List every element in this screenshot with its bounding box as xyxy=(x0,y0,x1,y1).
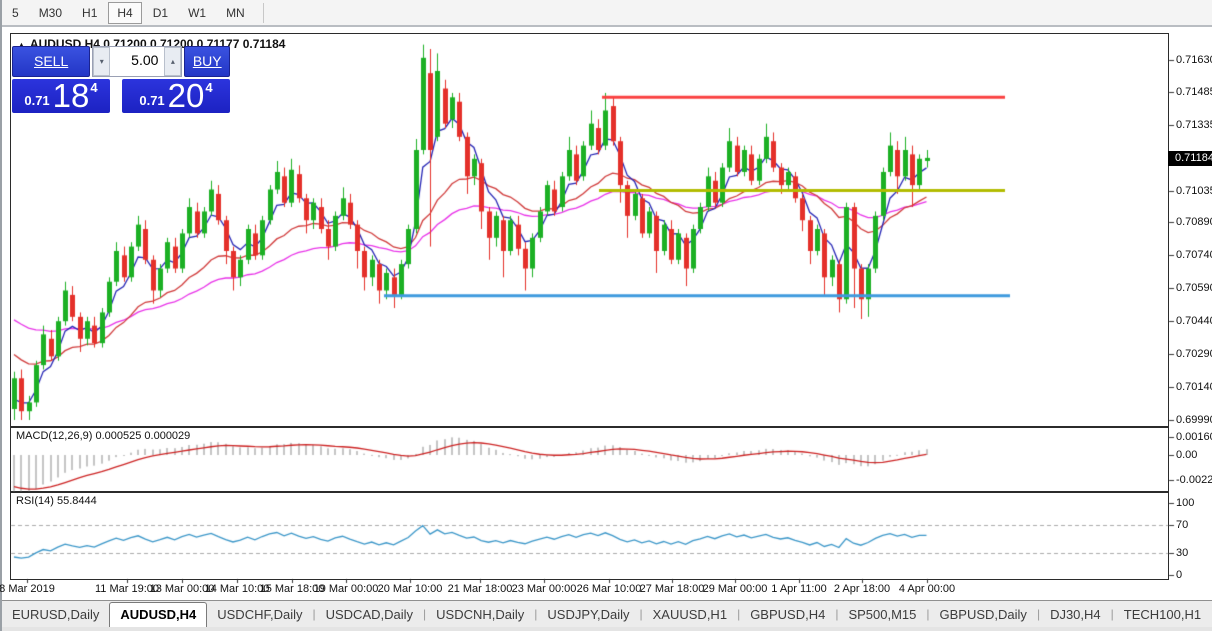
volume-stepper: ▾ 5.00 ▴ xyxy=(92,46,183,77)
rsi-axis-label: 30 xyxy=(1176,547,1189,560)
date-axis-label: 29 Mar 00:00 xyxy=(702,583,768,595)
price-axis-label: 0.70290 xyxy=(1176,348,1212,361)
macd-axis-label: -0.002235 xyxy=(1176,474,1212,487)
volume-increase-icon[interactable]: ▴ xyxy=(164,47,182,76)
date-axis-label: 2 Apr 18:00 xyxy=(833,583,891,595)
macd-axis-label: 0.001605 xyxy=(1176,430,1212,443)
price-axis-label: 0.70740 xyxy=(1176,249,1212,262)
buy-price-sup: 4 xyxy=(205,80,213,95)
sell-price-sup: 4 xyxy=(90,80,98,95)
buy-button[interactable]: BUY xyxy=(184,46,230,77)
rsi-axis-label: 0 xyxy=(1176,569,1183,581)
terminal-window: 5M30H1H4D1W1MN ▲AUDUSD,H4 0.71200 0.7120… xyxy=(0,0,1212,631)
price-axis-label: 0.71335 xyxy=(1176,118,1212,131)
date-axis-label: 21 Mar 18:00 xyxy=(447,583,513,595)
price-axis-label: 0.70590 xyxy=(1176,282,1212,295)
date-axis-label: 27 Mar 18:00 xyxy=(639,583,705,595)
one-click-trade-panel: SELL ▾ 5.00 ▴ BUY 0.71 18 4 0.71 20 4 xyxy=(12,46,230,113)
sell-price-display[interactable]: 0.71 18 4 xyxy=(12,79,110,113)
price-axis-label: 0.71630 xyxy=(1176,54,1212,66)
rsi-axis-label: 70 xyxy=(1176,518,1189,531)
price-axis-label: 0.71485 xyxy=(1176,85,1212,98)
date-axis-label: 20 Mar 10:00 xyxy=(377,583,443,595)
price-axis-label: 0.70890 xyxy=(1176,216,1212,229)
date-axis-label: 26 Mar 10:00 xyxy=(576,583,642,595)
price-axis-label: 0.71035 xyxy=(1176,184,1212,197)
buy-price-big: 20 xyxy=(167,77,205,114)
date-axis-label: 8 Mar 2019 xyxy=(0,583,55,595)
macd-label: MACD(12,26,9) 0.000525 0.000029 xyxy=(16,430,191,442)
price-axis-label: 0.69990 xyxy=(1176,413,1212,426)
sell-button[interactable]: SELL xyxy=(12,46,91,77)
date-axis-label: 19 Mar 00:00 xyxy=(313,583,379,595)
price-axis-label: 0.70140 xyxy=(1176,381,1212,394)
sell-price-prefix: 0.71 xyxy=(24,93,50,108)
buy-price-prefix: 0.71 xyxy=(139,93,165,108)
sell-price-big: 18 xyxy=(52,77,90,114)
volume-decrease-icon[interactable]: ▾ xyxy=(93,47,111,76)
buy-price-display[interactable]: 0.71 20 4 xyxy=(122,79,230,113)
volume-input[interactable]: 5.00 xyxy=(110,47,164,76)
buy-button-label: BUY xyxy=(192,53,222,69)
rsi-axis-label: 100 xyxy=(1176,497,1195,509)
date-axis-label: 23 Mar 00:00 xyxy=(511,583,577,595)
date-axis-label: 1 Apr 11:00 xyxy=(771,583,827,595)
price-axis-label: 0.70440 xyxy=(1176,315,1212,328)
date-axis-label: 4 Apr 00:00 xyxy=(898,583,956,595)
current-price-badge: 0.71184 xyxy=(1168,150,1212,166)
sell-button-label: SELL xyxy=(34,53,69,69)
rsi-label: RSI(14) 55.8444 xyxy=(16,495,97,507)
macd-axis-label: 0.00 xyxy=(1176,449,1198,461)
